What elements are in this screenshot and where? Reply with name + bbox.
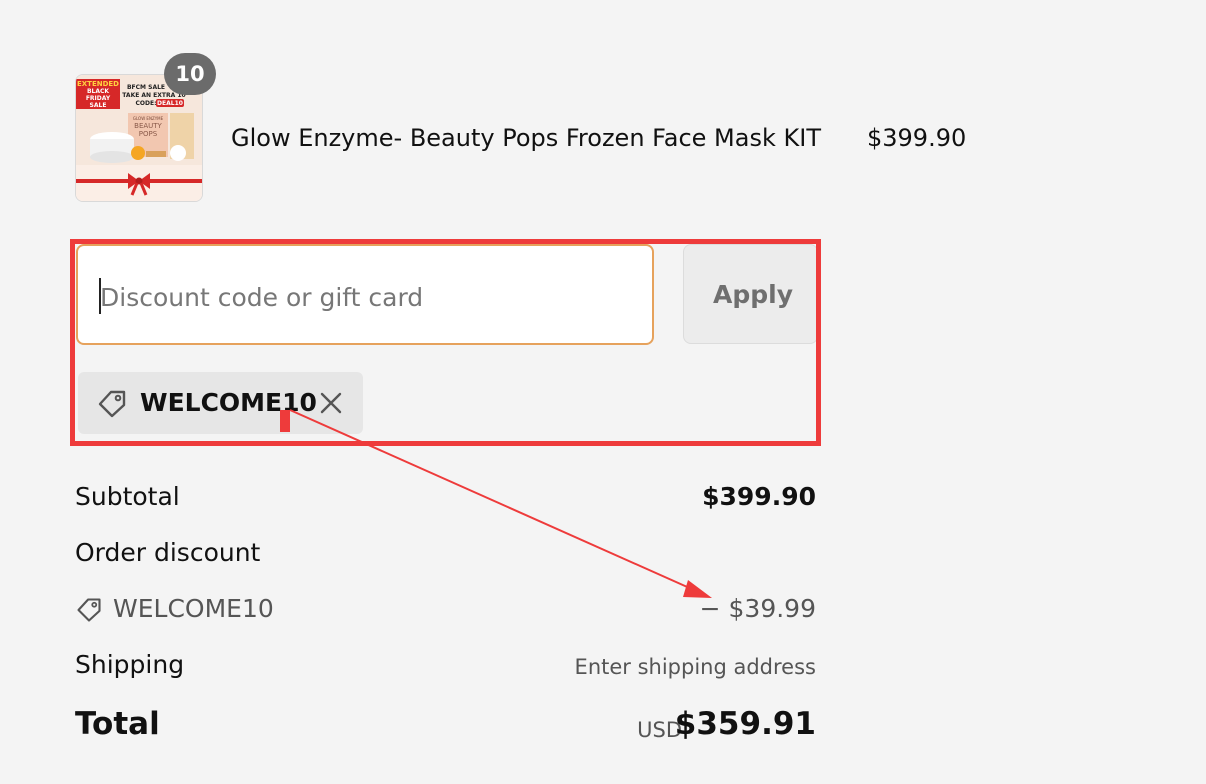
thumb-promo-line3: CODE: [136,100,157,107]
thumb-box-brand: GLOW ENZYME [133,116,164,121]
apply-button[interactable]: Apply [683,244,818,344]
quantity-badge: 10 [164,53,216,95]
applied-discount-code: WELCOME10 [140,388,317,417]
applied-discount-tag: WELCOME10 [78,372,363,434]
tag-icon [96,388,128,424]
subtotal-label: Subtotal [75,482,180,511]
discount-field[interactable] [76,244,654,345]
discount-value: − $39.99 [699,594,816,623]
total-label: Total [75,706,160,742]
shipping-label: Shipping [75,650,185,679]
discount-input[interactable] [98,274,622,320]
tag-icon [75,596,103,630]
subtotal-value: $399.90 [702,482,816,511]
order-discount-label: Order discount [75,538,261,567]
thumb-badge-line4: SALE [90,102,107,109]
annotation-arrow-line [289,409,695,591]
product-name: Glow Enzyme- Beauty Pops Frozen Face Mas… [231,124,821,152]
thumb-box-title2: POPS [139,130,158,138]
thumb-badge-line2: BLACK [87,88,109,95]
product-price: $399.90 [867,124,967,152]
thumb-box-title1: BEAUTY [134,122,162,130]
text-caret [99,278,101,314]
close-icon[interactable] [318,390,344,420]
thumb-promo-code: DEAL10 [157,100,183,107]
discount-line-code: WELCOME10 [113,594,274,623]
thumb-badge-line3: FRIDAY [86,95,111,102]
shipping-value: Enter shipping address [574,655,816,679]
total-value: $359.91 [674,706,816,742]
thumb-promo-line1: BFCM SALE [127,84,165,91]
thumb-badge-line1: EXTENDED [77,80,119,88]
product-row: EXTENDED BLACK FRIDAY SALE BFCM SALE TAK… [75,53,975,202]
